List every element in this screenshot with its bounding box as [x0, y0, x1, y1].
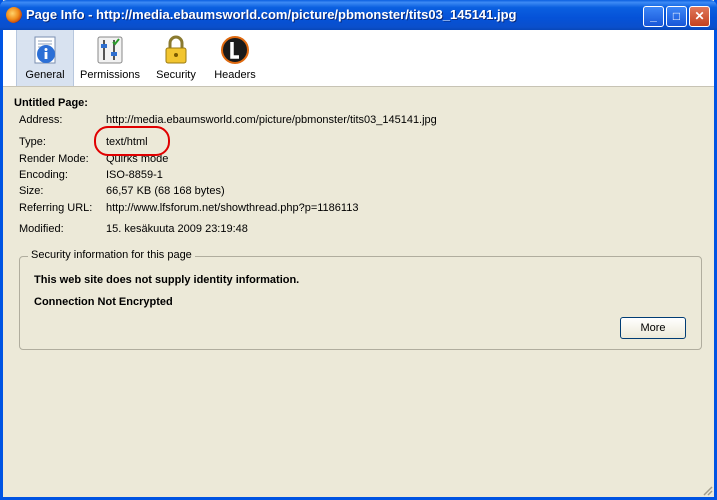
- title-bar[interactable]: Page Info - http://media.ebaumsworld.com…: [0, 0, 717, 30]
- live-headers-icon: [221, 36, 249, 64]
- tab-general[interactable]: General: [16, 30, 74, 86]
- tab-permissions[interactable]: Permissions: [77, 30, 143, 86]
- info-value[interactable]: 66,57 KB (68 168 bytes): [106, 185, 225, 197]
- sliders-checkmark-icon: [97, 36, 123, 64]
- maximize-button[interactable]: □: [666, 6, 687, 27]
- info-label: Size:: [19, 185, 44, 197]
- info-label: Referring URL:: [19, 202, 93, 214]
- tab-general-label: General: [25, 69, 65, 81]
- info-value[interactable]: ISO-8859-1: [106, 169, 163, 181]
- info-document-icon: [34, 36, 56, 64]
- tab-headers[interactable]: Headers: [209, 30, 261, 86]
- info-label: Encoding:: [19, 169, 68, 181]
- info-value[interactable]: 15. kesäkuuta 2009 23:19:48: [106, 223, 248, 235]
- tab-security[interactable]: Security: [151, 30, 201, 86]
- tab-security-label: Security: [156, 69, 196, 81]
- tab-toolbar: General Permissions Security Headers: [3, 30, 714, 87]
- info-value[interactable]: http://media.ebaumsworld.com/picture/pbm…: [106, 114, 437, 126]
- info-label: Modified:: [19, 223, 64, 235]
- page-info-window: Page Info - http://media.ebaumsworld.com…: [0, 0, 717, 500]
- encryption-text: Connection Not Encrypted: [34, 296, 173, 308]
- info-label: Address:: [19, 114, 63, 126]
- info-label: Type:: [19, 136, 46, 148]
- security-info-group: Security information for this page This …: [19, 249, 702, 350]
- close-button[interactable]: ✕: [689, 6, 710, 27]
- page-title-heading: Untitled Page:: [14, 97, 88, 109]
- more-button[interactable]: More: [620, 317, 686, 339]
- info-value[interactable]: http://www.lfsforum.net/showthread.php?p…: [106, 202, 358, 214]
- security-group-title: Security information for this page: [28, 249, 195, 261]
- annotation-circle: [94, 126, 170, 156]
- minimize-button[interactable]: _: [643, 6, 664, 27]
- general-panel: Untitled Page: Address: http://media.eba…: [3, 87, 714, 497]
- info-label: Render Mode:: [19, 153, 89, 165]
- tab-headers-label: Headers: [214, 69, 256, 81]
- firefox-icon: [6, 7, 22, 23]
- resize-grip-icon[interactable]: [701, 484, 713, 496]
- window-title: Page Info - http://media.ebaumsworld.com…: [26, 7, 517, 22]
- padlock-icon: [165, 35, 187, 64]
- identity-text: This web site does not supply identity i…: [34, 274, 300, 286]
- tab-permissions-label: Permissions: [80, 69, 140, 81]
